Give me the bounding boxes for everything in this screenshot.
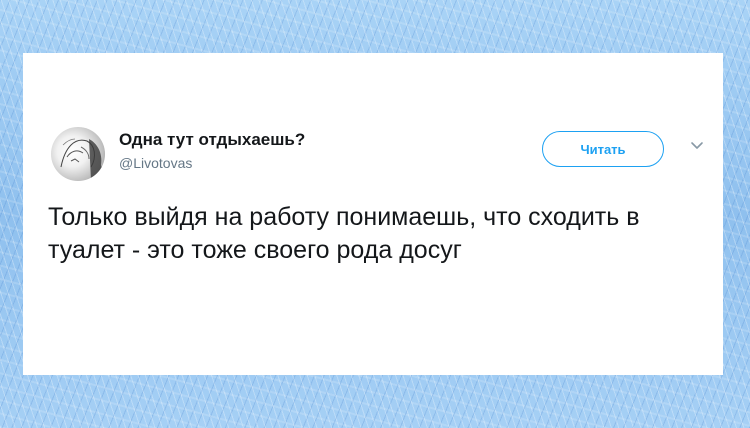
avatar-sketch-image	[60, 138, 105, 181]
follow-button[interactable]: Читать	[542, 131, 664, 167]
display-name[interactable]: Одна тут отдыхаешь?	[119, 130, 305, 150]
tweet-card: Одна тут отдыхаешь? @Livotovas Читать То…	[23, 53, 723, 375]
user-handle[interactable]: @Livotovas	[119, 155, 192, 171]
chevron-down-icon[interactable]	[690, 141, 704, 151]
avatar[interactable]	[51, 127, 105, 181]
tweet-text: Только выйдя на работу понимаешь, что сх…	[48, 203, 640, 264]
